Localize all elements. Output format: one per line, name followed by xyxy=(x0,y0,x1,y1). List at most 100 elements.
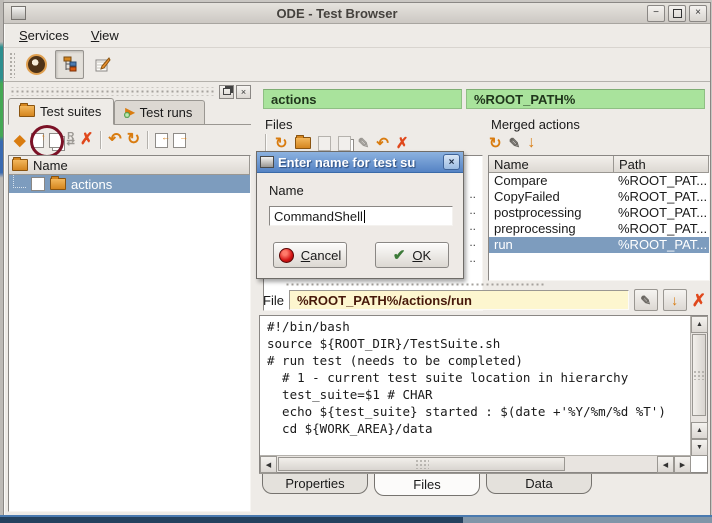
test-suites-dock: × Test suites ▶ Test runs ◆ ↑ ↑ R⇄ ✗ ↶ ↻… xyxy=(6,83,253,514)
new-arrow-icon: ↑ xyxy=(41,132,46,142)
scroll-left-button[interactable]: ◀ xyxy=(657,456,674,473)
tab-data[interactable]: Data xyxy=(486,474,592,494)
input-value: CommandShell xyxy=(274,209,363,224)
table-row[interactable]: preprocessing%ROOT_PAT... xyxy=(489,221,709,237)
refresh-icon[interactable]: ↻ xyxy=(489,136,502,151)
suite-name-cell: actions xyxy=(263,89,462,109)
copy-button[interactable]: ↑ xyxy=(49,133,62,148)
dialog-close-button[interactable]: × xyxy=(443,154,460,170)
tab-test-suites[interactable]: Test suites xyxy=(8,98,114,125)
suite-header: actions %ROOT_PATH% xyxy=(263,89,705,109)
export-button[interactable]: → xyxy=(173,133,186,148)
merged-actions-table[interactable]: Name Path Compare%ROOT_PAT... CopyFailed… xyxy=(488,155,710,281)
float-icon xyxy=(223,88,231,95)
table-row[interactable]: Compare%ROOT_PAT... xyxy=(489,173,709,189)
cancel-button[interactable]: Cancel xyxy=(273,242,347,268)
close-button[interactable]: × xyxy=(689,5,707,22)
maximize-button[interactable] xyxy=(668,5,686,22)
hierarchy-icon xyxy=(61,56,78,73)
dock-titlebar[interactable]: × xyxy=(8,85,251,98)
code-line: source ${ROOT_DIR}/TestSuite.sh xyxy=(267,335,691,352)
open-folder-icon[interactable] xyxy=(295,137,311,149)
table-row[interactable]: CopyFailed%ROOT_PAT... xyxy=(489,189,709,205)
delete-icon[interactable]: ✗ xyxy=(80,132,93,148)
dialog-body: Name CommandShell Cancel ✔ OK xyxy=(257,173,463,268)
vertical-scrollbar[interactable]: ▲ ▲ ▼ xyxy=(690,316,707,456)
ok-check-icon: ✔ xyxy=(393,248,406,263)
tab-files[interactable]: Files xyxy=(374,474,480,496)
scroll-down-button[interactable]: ▼ xyxy=(691,439,708,456)
delete-icon[interactable]: ✗ xyxy=(396,136,409,151)
enter-name-dialog: Enter name for test su × Name CommandShe… xyxy=(256,151,464,279)
thumb-grip xyxy=(415,459,429,469)
dock-close-button[interactable]: × xyxy=(236,85,251,99)
test-suites-tree[interactable]: Name actions xyxy=(8,155,251,512)
tab-properties[interactable]: Properties xyxy=(262,474,368,494)
tree-view-button[interactable] xyxy=(55,50,84,79)
menu-services[interactable]: Services xyxy=(10,26,78,45)
column-header-name[interactable]: Name xyxy=(489,156,614,173)
edit-notes-button[interactable] xyxy=(88,50,117,79)
mouse-mode-button[interactable] xyxy=(22,50,51,79)
edit-file-button[interactable]: ✎ xyxy=(634,289,658,311)
table-row-selected[interactable]: run%ROOT_PAT... xyxy=(489,237,709,253)
tag-icon[interactable]: ◆ xyxy=(14,133,26,148)
main-toolbar xyxy=(4,48,710,82)
tree-item-actions[interactable]: actions xyxy=(9,175,250,193)
name-input[interactable]: CommandShell xyxy=(269,206,453,226)
code-line: echo ${test_suite} started : $(date +'%Y… xyxy=(267,403,691,420)
scroll-up-button[interactable]: ▲ xyxy=(691,422,708,439)
tab-test-runs[interactable]: ▶ Test runs xyxy=(114,100,205,124)
scroll-thumb[interactable] xyxy=(278,457,565,471)
separator xyxy=(100,131,101,149)
script-editor[interactable]: #!/bin/bash source ${ROOT_DIR}/TestSuite… xyxy=(259,315,708,473)
rename-button[interactable]: R⇄ xyxy=(67,134,75,146)
import-button[interactable]: ← xyxy=(155,133,168,148)
scroll-left-button[interactable]: ◀ xyxy=(260,456,277,473)
titlebar[interactable]: ODE - Test Browser − × xyxy=(4,3,710,24)
scroll-thumb[interactable] xyxy=(692,334,706,416)
thumb-grip xyxy=(693,370,705,380)
horizontal-scrollbar[interactable]: ◀ ◀ ▶ xyxy=(260,455,691,472)
download-arrow-icon[interactable]: ↓ xyxy=(527,135,535,151)
ok-button[interactable]: ✔ OK xyxy=(375,242,449,268)
delete-file-icon[interactable]: ✗ xyxy=(692,292,706,309)
maximize-icon xyxy=(673,9,682,18)
dialog-buttons: Cancel ✔ OK xyxy=(269,242,453,268)
scroll-right-button[interactable]: ▶ xyxy=(674,456,691,473)
edit-icon[interactable]: ✎ xyxy=(509,136,521,150)
tree-item-checkbox[interactable] xyxy=(31,177,45,191)
column-header-path[interactable]: Path xyxy=(614,156,709,173)
copy-file-button-disabled[interactable] xyxy=(338,136,351,151)
undo-icon[interactable]: ↶ xyxy=(376,136,389,151)
refresh-icon[interactable]: ↻ xyxy=(127,132,140,148)
download-file-button[interactable]: ↓ xyxy=(663,289,687,311)
suites-toolbar: ◆ ↑ ↑ R⇄ ✗ ↶ ↻ ← → xyxy=(8,127,251,153)
file-label: File xyxy=(263,293,284,308)
folder-icon xyxy=(50,178,66,190)
table-row[interactable]: postprocessing%ROOT_PAT... xyxy=(489,205,709,221)
tree-header[interactable]: Name xyxy=(9,156,250,175)
dock-drag-handle[interactable] xyxy=(10,87,215,96)
folder-icon xyxy=(12,159,28,171)
script-content[interactable]: #!/bin/bash source ${ROOT_DIR}/TestSuite… xyxy=(260,318,691,456)
splitter-handle[interactable] xyxy=(285,282,545,287)
pencil-icon: ✎ xyxy=(640,294,651,307)
dialog-window-icon xyxy=(260,156,274,168)
undo-icon[interactable]: ↶ xyxy=(108,132,121,148)
refresh-icon[interactable]: ↻ xyxy=(275,136,288,151)
export-arrow-icon: → xyxy=(179,132,188,142)
dock-float-button[interactable] xyxy=(219,85,234,99)
new-file-button-disabled[interactable] xyxy=(318,136,331,151)
menu-view[interactable]: View xyxy=(82,26,128,45)
edit-icon-disabled[interactable]: ✎ xyxy=(358,136,370,150)
table-header: Name Path xyxy=(489,156,709,173)
separator xyxy=(147,131,148,149)
new-test-suite-button[interactable]: ↑ xyxy=(31,133,44,148)
dialog-titlebar[interactable]: Enter name for test su × xyxy=(257,152,463,173)
scroll-up-button[interactable]: ▲ xyxy=(691,316,708,333)
minimize-button[interactable]: − xyxy=(647,5,665,22)
code-line: # run test (needs to be completed) xyxy=(267,352,691,369)
toolbar-drag-handle[interactable] xyxy=(9,52,15,78)
merged-actions-label: Merged actions xyxy=(491,117,580,132)
